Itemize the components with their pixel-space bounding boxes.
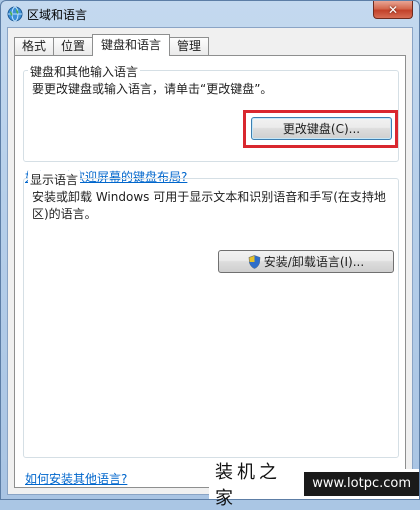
install-other-languages-link[interactable]: 如何安装其他语言? <box>25 470 127 487</box>
window-title: 区域和语言 <box>27 8 88 22</box>
keyboard-group-title: 键盘和其他输入语言 <box>28 63 141 80</box>
display-language-group-title: 显示语言 <box>28 171 81 188</box>
display-language-description: 安装或卸载 Windows 可用于显示文本和识别语音和手写(在支持地区)的语言。 <box>32 190 386 221</box>
keyboard-group: 键盘和其他输入语言 要更改键盘或输入语言，请单击“更改键盘”。 更改键盘(C).… <box>23 63 399 162</box>
title-bar[interactable]: 区域和语言 ✕ <box>1 1 419 27</box>
globe-icon <box>7 6 23 22</box>
install-uninstall-label: 安装/卸载语言(I)... <box>263 255 365 269</box>
watermark-url: www.lotpc.com <box>304 472 419 496</box>
tab-strip: 格式 位置 键盘和语言 管理 <box>14 34 210 56</box>
install-uninstall-languages-button[interactable]: 安装/卸载语言(I)... <box>218 250 394 273</box>
dialog-client: 格式 位置 键盘和语言 管理 键盘和其他输入语言 要更改键盘或输入语言，请单击“… <box>7 27 413 495</box>
uac-shield-icon <box>248 254 261 269</box>
keyboard-description: 要更改键盘或输入语言，请单击“更改键盘”。 <box>32 82 273 96</box>
region-language-window: 区域和语言 ✕ 格式 位置 键盘和语言 管理 键盘和其他输入语言 要更改键盘或输… <box>0 0 420 509</box>
display-language-group: 显示语言 安装或卸载 Windows 可用于显示文本和识别语音和手写(在支持地区… <box>23 171 399 458</box>
tab-location[interactable]: 位置 <box>53 37 94 56</box>
tab-page: 键盘和其他输入语言 要更改键盘或输入语言，请单击“更改键盘”。 更改键盘(C).… <box>14 55 406 488</box>
tab-formats[interactable]: 格式 <box>14 37 55 56</box>
change-keyboards-button[interactable]: 更改键盘(C)... <box>251 117 392 140</box>
tab-administrative[interactable]: 管理 <box>169 37 210 56</box>
watermark: 装机之家 www.lotpc.com <box>209 462 419 509</box>
watermark-brand: 装机之家 <box>215 462 281 509</box>
close-button[interactable]: ✕ <box>373 1 413 19</box>
close-icon: ✕ <box>387 2 399 17</box>
tab-keyboards-languages[interactable]: 键盘和语言 <box>92 34 171 56</box>
